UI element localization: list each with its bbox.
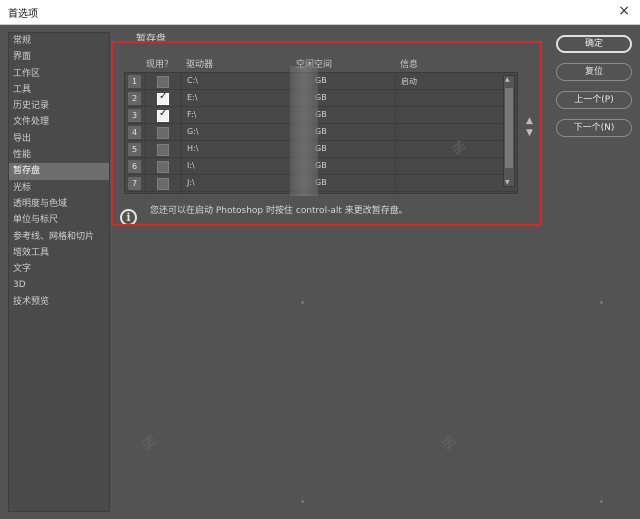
sidebar-item[interactable]: 界面 bbox=[9, 49, 109, 65]
sidebar-item[interactable]: 性能 bbox=[9, 147, 109, 163]
sidebar-item[interactable]: 技术预览 bbox=[9, 294, 109, 310]
sidebar-item[interactable]: 工具 bbox=[9, 82, 109, 98]
sidebar-item[interactable]: 透明度与色域 bbox=[9, 196, 109, 212]
next-button[interactable]: 下一个(N) bbox=[556, 119, 632, 137]
prev-button[interactable]: 上一个(P) bbox=[556, 91, 632, 109]
sidebar-item[interactable]: 历史记录 bbox=[9, 98, 109, 114]
sidebar-item[interactable]: 工作区 bbox=[9, 66, 109, 82]
window-titlebar: 首选项 × bbox=[0, 0, 640, 25]
highlight-frame bbox=[111, 41, 542, 226]
sidebar-item[interactable]: 暂存盘 bbox=[9, 163, 109, 180]
reset-button[interactable]: 复位 bbox=[556, 63, 632, 81]
watermark-icon: ≢ bbox=[434, 427, 463, 457]
watermark-dot bbox=[600, 301, 603, 304]
sidebar-item[interactable]: 3D bbox=[9, 277, 109, 293]
close-icon[interactable]: × bbox=[618, 3, 630, 19]
preferences-sidebar: 常规 界面 工作区 工具 历史记录 文件处理 导出 性能 暂存盘 光标 透明度与色域 单位与标尺 参考线… bbox=[8, 32, 110, 512]
sidebar-item[interactable]: 增效工具 bbox=[9, 245, 109, 261]
sidebar-item[interactable]: 单位与标尺 bbox=[9, 212, 109, 228]
watermark-dot bbox=[301, 301, 304, 304]
sidebar-item[interactable]: 光标 bbox=[9, 180, 109, 196]
window-title: 首选项 bbox=[8, 9, 38, 20]
sidebar-item[interactable]: 文字 bbox=[9, 261, 109, 277]
sidebar-item[interactable]: 参考线、网格和切片 bbox=[9, 229, 109, 245]
ok-button[interactable]: 确定 bbox=[556, 35, 632, 53]
sidebar-item[interactable]: 导出 bbox=[9, 131, 109, 147]
sidebar-item[interactable]: 常规 bbox=[9, 33, 109, 49]
sidebar-item[interactable]: 文件处理 bbox=[9, 114, 109, 130]
watermark-dot bbox=[301, 500, 304, 503]
watermark-dot bbox=[600, 500, 603, 503]
watermark-icon: ≢ bbox=[134, 427, 163, 457]
